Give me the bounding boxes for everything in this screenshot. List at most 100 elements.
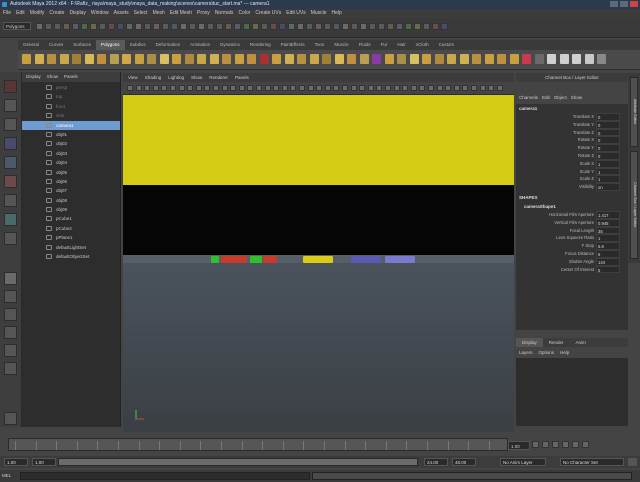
viewport-tool-icon-16[interactable] [256, 85, 262, 91]
status-tool-icon-33[interactable] [324, 23, 331, 30]
viewport-tool-icon-43[interactable] [488, 85, 495, 91]
status-tool-icon-24[interactable] [243, 23, 250, 30]
channel-value-field[interactable]: 1 [596, 175, 620, 184]
viewport-tool-icon-8[interactable] [187, 85, 194, 91]
range-slider[interactable] [58, 458, 418, 466]
layout-single-icon[interactable] [4, 272, 17, 285]
status-tool-icon-28[interactable] [279, 23, 286, 30]
shelf-tool-icon-36[interactable] [459, 54, 469, 64]
viewport-tool-icon-42[interactable] [479, 85, 486, 91]
shelf-tool-icon-27[interactable] [347, 54, 356, 64]
viewport-tool-icon-31[interactable] [385, 85, 391, 91]
channel-value-field[interactable]: 1 [596, 159, 620, 168]
viewport-tool-icon-39[interactable] [453, 85, 460, 91]
shelf-tab-painteffects[interactable]: PaintEffects [276, 40, 310, 50]
outliner-menu-show[interactable]: Show [47, 72, 58, 82]
menu-create-uvs[interactable]: Create UVs [255, 9, 281, 18]
status-tool-icon-25[interactable] [252, 23, 259, 30]
shelf-tool-icon-4[interactable] [59, 54, 69, 64]
viewport-tool-icon-35[interactable] [419, 85, 426, 91]
viewport-menu-lighting[interactable]: Lighting [168, 73, 184, 82]
shelf-tab-fluids[interactable]: Fluids [354, 40, 376, 50]
viewport-tool-icon-27[interactable] [350, 85, 357, 91]
menu-color[interactable]: Color [238, 9, 250, 18]
menu-modify[interactable]: Modify [30, 9, 45, 18]
menu-mesh[interactable]: Mesh [153, 9, 165, 18]
viewport-tool-icon-5[interactable] [161, 85, 168, 91]
scale-tool-icon[interactable] [4, 175, 17, 188]
status-tool-icon-46[interactable] [441, 23, 448, 30]
outliner-menu-display[interactable]: Display [26, 72, 41, 82]
outliner-item[interactable]: obj04 [22, 158, 120, 167]
viewport-tool-icon-17[interactable] [264, 85, 271, 91]
viewport-tool-icon-3[interactable] [144, 85, 151, 91]
menu-normals[interactable]: Normals [215, 9, 234, 18]
viewport-tool-icon-21[interactable] [299, 85, 305, 91]
shelf-tab-dynamics[interactable]: Dynamics [215, 40, 245, 50]
shelf-tab-polygons[interactable]: Polygons [96, 40, 125, 50]
shelf-tool-icon-1[interactable] [22, 54, 31, 64]
outliner-item[interactable]: pCube2 [22, 224, 120, 233]
viewport-tool-icon-11[interactable] [213, 85, 219, 91]
channel-value-field[interactable]: 1 [596, 167, 620, 176]
shelf-tool-icon-37[interactable] [472, 54, 481, 64]
viewport-tool-icon-20[interactable] [290, 85, 297, 91]
status-tool-icon-26[interactable] [261, 23, 268, 30]
channel-value-field[interactable]: on [596, 183, 620, 191]
status-tool-icon-9[interactable] [108, 23, 115, 30]
layout-hypershade-icon[interactable] [4, 362, 17, 375]
shelf-tool-icon-42[interactable] [534, 54, 544, 64]
shelf-tab-curves[interactable]: Curves [44, 40, 68, 50]
viewport-tool-icon-23[interactable] [316, 85, 323, 91]
channel-value-field[interactable]: 5 [596, 249, 620, 258]
menu-edit[interactable]: Edit [16, 9, 25, 18]
shelf-tool-icon-18[interactable] [234, 54, 244, 64]
viewport-tool-icon-24[interactable] [324, 85, 331, 91]
layer-tab-render[interactable]: Render [543, 338, 570, 347]
shelf-tool-icon-22[interactable] [284, 54, 294, 64]
camera-viewport[interactable] [123, 95, 514, 432]
shelf-tab-hair[interactable]: Hair [392, 40, 410, 50]
status-tool-icon-16[interactable] [171, 23, 178, 30]
outliner-item[interactable]: front [22, 102, 120, 111]
shelf-tool-icon-40[interactable] [509, 54, 519, 64]
channel-value-field[interactable]: 0 [596, 120, 620, 129]
viewport-tool-icon-18[interactable] [273, 85, 280, 91]
layout-two-icon[interactable] [4, 308, 17, 321]
channel-value-field[interactable]: 0 [596, 144, 620, 152]
viewport-menu-show[interactable]: Show [191, 73, 202, 82]
outliner-item[interactable]: pCube1 [22, 214, 120, 223]
viewport-menu-view[interactable]: View [128, 73, 138, 82]
viewport-tool-icon-14[interactable] [238, 85, 245, 91]
viewport-tool-icon-30[interactable] [376, 85, 383, 91]
status-tool-icon-39[interactable] [378, 23, 385, 30]
shelf-tool-icon-2[interactable] [34, 54, 44, 64]
layer-menu-layers[interactable]: Layers [519, 348, 533, 357]
layout-four-icon[interactable] [4, 290, 17, 303]
anim-layer-dropdown[interactable]: No Anim Layer [500, 458, 546, 466]
viewport-tool-icon-29[interactable] [367, 85, 374, 91]
shelf-tab-muscle[interactable]: Muscle [329, 40, 353, 50]
manipulator-tool-icon[interactable] [4, 194, 17, 207]
shelf-tab-fur[interactable]: Fur [376, 40, 393, 50]
shelf-tool-icon-30[interactable] [384, 54, 394, 64]
menu-edit-uvs[interactable]: Edit UVs [286, 9, 305, 18]
status-tool-icon-45[interactable] [432, 23, 439, 30]
character-set-dropdown[interactable]: No Character Set [560, 458, 624, 466]
shelf-tool-icon-45[interactable] [572, 54, 581, 64]
status-tool-icon-22[interactable] [225, 23, 232, 30]
channel-value-field[interactable]: 0 [596, 151, 620, 160]
end-time-field[interactable]: 48.00 [452, 458, 476, 466]
scene-object-green[interactable] [211, 256, 219, 263]
mel-input[interactable] [20, 472, 310, 480]
channel-value-field[interactable]: 1 [596, 234, 620, 243]
shelf-tab-toon[interactable]: Toon [310, 40, 330, 50]
outliner-item[interactable]: obj02 [22, 139, 120, 148]
channel-value-field[interactable]: 0.945 [596, 218, 620, 227]
status-tool-icon-40[interactable] [387, 23, 394, 30]
channel-box-menu-edit[interactable]: Edit [542, 93, 550, 103]
scene-object-blue-2[interactable] [385, 256, 415, 263]
viewport-menu-shading[interactable]: Shading [145, 73, 162, 82]
menu-file[interactable]: File [3, 9, 11, 18]
channel-box-menu-object[interactable]: Object [554, 93, 567, 103]
